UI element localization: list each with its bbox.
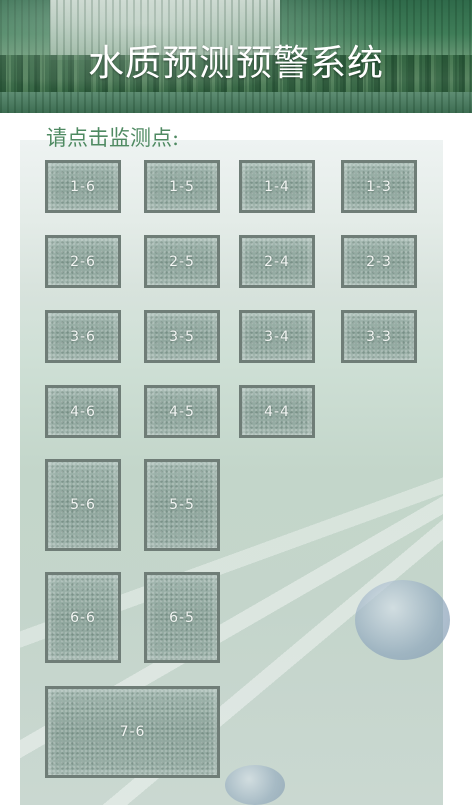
monitor-point-2-6-button[interactable]: 2-6 xyxy=(45,235,121,288)
monitor-point-4-6-button[interactable]: 4-6 xyxy=(45,385,121,438)
monitor-point-label: 3-3 xyxy=(366,328,392,345)
monitor-point-1-5-button[interactable]: 1-5 xyxy=(144,160,220,213)
monitor-point-label: 2-3 xyxy=(366,253,392,270)
monitor-point-5-5-button[interactable]: 5-5 xyxy=(144,459,220,551)
monitor-point-2-3-button[interactable]: 2-3 xyxy=(341,235,417,288)
monitor-point-label: 2-4 xyxy=(264,253,290,270)
monitor-point-label: 2-6 xyxy=(70,253,96,270)
monitor-point-3-5-button[interactable]: 3-5 xyxy=(144,310,220,363)
select-point-prompt: 请点击监测点: xyxy=(46,126,180,150)
monitor-point-label: 3-5 xyxy=(169,328,195,345)
monitor-point-label: 1-4 xyxy=(264,178,290,195)
monitor-point-4-5-button[interactable]: 4-5 xyxy=(144,385,220,438)
monitor-point-7-6-button[interactable]: 7-6 xyxy=(45,686,220,778)
monitor-point-3-6-button[interactable]: 3-6 xyxy=(45,310,121,363)
monitor-point-4-4-button[interactable]: 4-4 xyxy=(239,385,315,438)
page-title: 水质预测预警系统 xyxy=(87,43,384,84)
monitor-point-6-5-button[interactable]: 6-5 xyxy=(144,572,220,663)
float-buoy-image xyxy=(225,765,285,805)
monitor-point-label: 1-5 xyxy=(169,178,195,195)
monitor-point-label: 2-5 xyxy=(169,253,195,270)
monitor-point-3-3-button[interactable]: 3-3 xyxy=(341,310,417,363)
monitor-point-1-6-button[interactable]: 1-6 xyxy=(45,160,121,213)
monitor-point-label: 3-4 xyxy=(264,328,290,345)
monitor-point-3-4-button[interactable]: 3-4 xyxy=(239,310,315,363)
monitor-point-label: 1-3 xyxy=(366,178,392,195)
monitor-point-6-6-button[interactable]: 6-6 xyxy=(45,572,121,663)
monitor-point-label: 6-6 xyxy=(70,609,96,626)
monitor-point-label: 4-5 xyxy=(169,403,195,420)
monitor-point-label: 5-6 xyxy=(70,497,96,513)
monitor-point-label: 4-4 xyxy=(264,403,290,420)
monitor-point-2-5-button[interactable]: 2-5 xyxy=(144,235,220,288)
monitor-point-1-3-button[interactable]: 1-3 xyxy=(341,160,417,213)
monitor-point-label: 6-5 xyxy=(169,609,195,626)
header-banner: 水质预测预警系统 xyxy=(0,0,472,113)
monitor-point-1-4-button[interactable]: 1-4 xyxy=(239,160,315,213)
monitor-point-label: 1-6 xyxy=(70,178,96,195)
float-buoy-image xyxy=(355,580,450,660)
monitor-point-label: 4-6 xyxy=(70,403,96,420)
monitor-point-5-6-button[interactable]: 5-6 xyxy=(45,459,121,551)
monitor-point-2-4-button[interactable]: 2-4 xyxy=(239,235,315,288)
monitor-point-label: 7-6 xyxy=(119,724,146,740)
monitor-point-label: 3-6 xyxy=(70,328,96,345)
monitor-point-label: 5-5 xyxy=(169,497,195,513)
